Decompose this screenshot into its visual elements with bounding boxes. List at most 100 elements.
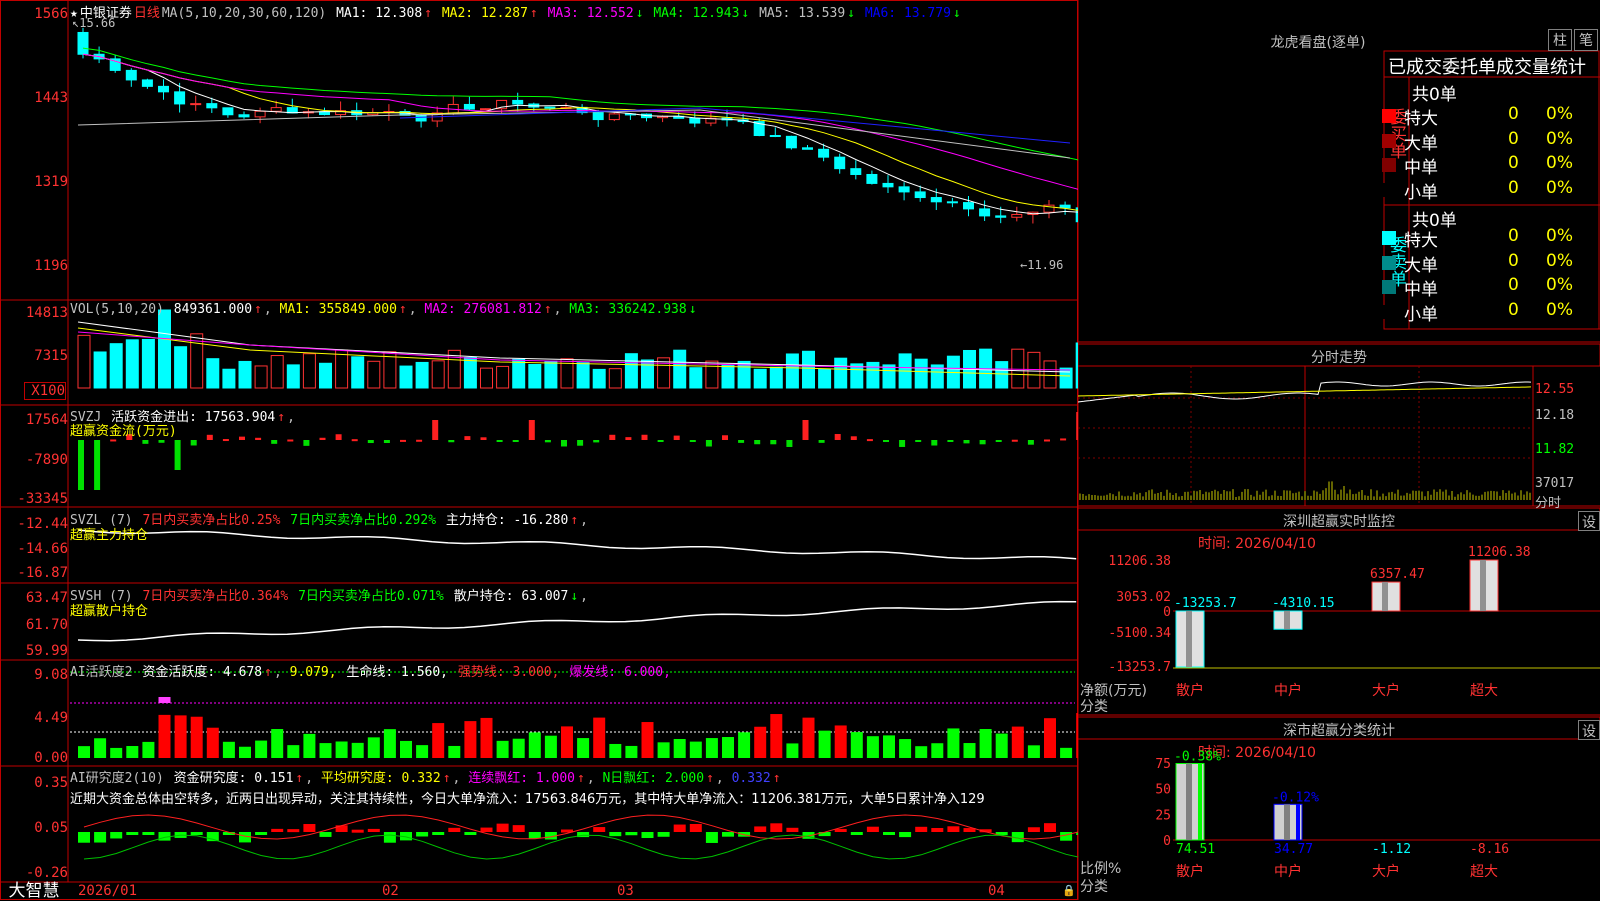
research-bar xyxy=(351,829,364,833)
candle[interactable] xyxy=(351,102,363,121)
volume-bar xyxy=(818,368,832,389)
flow-bar xyxy=(995,440,1002,442)
ma-value-2: MA2: 12.287 xyxy=(441,6,528,21)
candle[interactable] xyxy=(624,113,636,120)
candle[interactable] xyxy=(141,78,153,89)
flow-bar xyxy=(883,440,889,442)
row-label: 特大 xyxy=(1404,231,1438,251)
activity-bar xyxy=(850,732,863,758)
candle[interactable] xyxy=(753,118,765,137)
ai1-y-tick: 4.49 xyxy=(34,710,68,726)
candle[interactable] xyxy=(415,113,427,128)
activity-bar xyxy=(142,741,155,758)
candle[interactable] xyxy=(512,92,524,112)
flow-bar xyxy=(1060,438,1067,441)
candle[interactable] xyxy=(254,107,266,124)
candle[interactable] xyxy=(834,153,846,174)
candle[interactable] xyxy=(866,170,878,185)
row-count: 0 xyxy=(1508,299,1519,320)
position-line xyxy=(77,600,1077,642)
candle[interactable] xyxy=(174,82,186,113)
volume-bar xyxy=(367,360,381,389)
candle[interactable] xyxy=(109,54,121,73)
settings-button-2[interactable]: 设 xyxy=(1578,720,1600,740)
research-bar xyxy=(110,832,123,839)
candle[interactable] xyxy=(769,127,781,138)
candle[interactable] xyxy=(946,197,958,208)
research-bar xyxy=(609,832,622,837)
candle[interactable] xyxy=(77,27,89,59)
ai1-y-tick: 0.00 xyxy=(34,750,68,766)
candle[interactable] xyxy=(592,109,604,127)
candle[interactable] xyxy=(641,113,652,122)
candle[interactable] xyxy=(447,96,459,116)
volume-bar xyxy=(914,358,928,389)
activity-bar xyxy=(722,737,734,758)
candlestick-series xyxy=(77,27,1078,224)
settings-button[interactable]: 设 xyxy=(1578,511,1600,531)
candle[interactable] xyxy=(158,79,169,100)
bar-mode-button[interactable]: 柱 xyxy=(1548,29,1572,51)
activity-bar xyxy=(931,743,944,758)
lock-icon[interactable]: 🔒 xyxy=(1062,884,1076,897)
row-label: 小单 xyxy=(1404,304,1438,325)
activity-bar xyxy=(432,723,445,758)
volume-bar xyxy=(624,353,638,389)
volume-bar xyxy=(254,365,268,389)
research-bar xyxy=(722,832,734,837)
svsh-y-tick: 59.99 xyxy=(25,643,68,659)
svsh-t1: 7日内买卖净占比0.364% xyxy=(142,589,289,604)
ai1-t5: 爆发线: 6.000, xyxy=(569,665,671,680)
candle[interactable] xyxy=(689,111,701,128)
candle[interactable] xyxy=(125,68,137,87)
row-pct: 0% xyxy=(1546,226,1573,246)
candle[interactable] xyxy=(979,200,991,221)
candle[interactable] xyxy=(335,101,347,119)
candle[interactable] xyxy=(1011,206,1023,222)
position-line xyxy=(77,529,1077,560)
candle[interactable] xyxy=(190,95,202,111)
legend-swatch xyxy=(1382,158,1396,172)
candle[interactable] xyxy=(802,144,813,150)
candle[interactable] xyxy=(222,107,234,118)
activity-bar xyxy=(335,741,348,758)
research-bar xyxy=(705,832,718,843)
candle[interactable] xyxy=(898,182,910,201)
sz-monitor-axis-title2: 分类 xyxy=(1080,699,1108,715)
candle[interactable] xyxy=(850,160,862,180)
candle[interactable] xyxy=(528,102,540,112)
volume-bar xyxy=(319,362,332,389)
candle[interactable] xyxy=(576,104,588,115)
research-bar xyxy=(899,832,912,838)
fenshi-y-tick: 37017 xyxy=(1535,476,1575,491)
chart-area[interactable] xyxy=(0,0,1078,900)
svzj-y-tick: -7890 xyxy=(25,452,68,468)
candle[interactable] xyxy=(608,112,620,122)
flow-bar xyxy=(174,440,181,470)
volume-bar xyxy=(850,363,864,389)
activity-bar xyxy=(222,741,235,758)
candle[interactable] xyxy=(93,46,105,64)
candle[interactable] xyxy=(302,108,314,119)
activity-bar xyxy=(802,717,815,758)
ai1-y-tick: 9.08 xyxy=(34,667,68,683)
row-label: 大单 xyxy=(1404,255,1438,276)
monitor-y-tick: 11206.38 xyxy=(1108,554,1171,569)
candle[interactable] xyxy=(463,96,475,111)
intraday-chart[interactable] xyxy=(1078,366,1600,508)
candle[interactable] xyxy=(785,135,797,150)
flow-bar xyxy=(705,440,712,447)
candle[interactable] xyxy=(238,111,250,119)
candle[interactable] xyxy=(367,108,379,116)
candle[interactable] xyxy=(480,108,491,111)
period-label[interactable]: 日线 xyxy=(134,6,160,21)
research-bar xyxy=(448,827,461,832)
activity-bar xyxy=(899,739,912,758)
candle[interactable] xyxy=(882,175,894,193)
activity-bar xyxy=(94,738,107,758)
candle[interactable] xyxy=(1043,200,1055,219)
activity-bar xyxy=(239,746,251,758)
ma-line xyxy=(82,53,1078,211)
tick-mode-button[interactable]: 笔 xyxy=(1574,29,1598,51)
research-bar xyxy=(367,828,380,832)
